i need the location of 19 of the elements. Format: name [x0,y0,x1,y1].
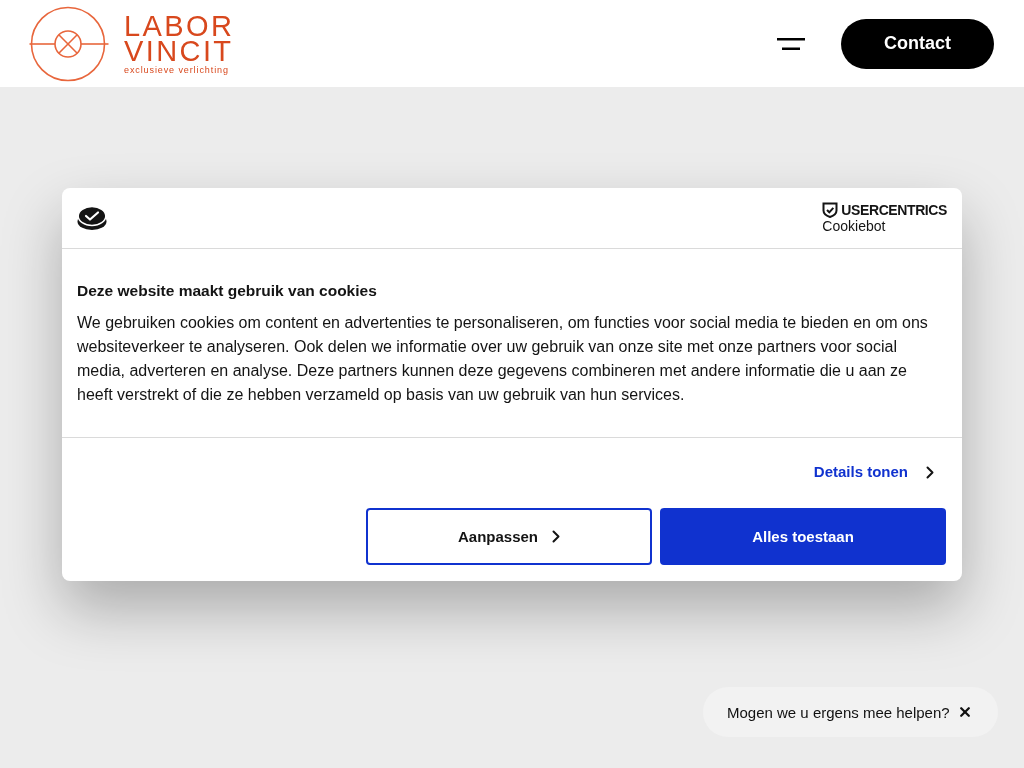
secondary-button[interactable]: Aanpassen [366,508,652,565]
chat-prompt-text: Mogen we u ergens mee helpen? [727,703,950,721]
logo-icon [29,5,109,82]
menu-icon[interactable] [777,37,805,50]
shield-check-icon [822,202,839,218]
close-icon[interactable] [959,707,970,717]
primary-button[interactable]: Alles toestaan [660,508,946,565]
contact-button[interactable]: Contact [841,18,994,69]
brand-product: Cookiebot [822,218,886,234]
logo-tagline: exclusieve verlichting [124,64,230,76]
cookie-stack-icon [77,205,107,231]
logo-text: LABOR [124,13,235,39]
chevron-icon [926,465,934,479]
brand-name: USERCENTRICS [841,202,947,218]
dialog-title: Deze website maakt gebruik van cookies [77,282,378,300]
dialog-text: We gebruiken cookies om content en advertenties te personaliseren, om functies voor social media te bieden en om ons websiteverkeer te analyseren. Ook delen we informatie over uw gebruik van onze site met onze partners voor social media, adverteren en analyse. Deze partners kunnen deze gegevens combineren met andere informatie die u aan ze heeft verstrekt of die ze hebben verzameld op basis van uw gebruik van hun services. [77,313,929,405]
chevron-icon [552,530,560,543]
details-link[interactable]: Details tonen [813,460,934,484]
logo-text: VINCIT [124,38,235,64]
